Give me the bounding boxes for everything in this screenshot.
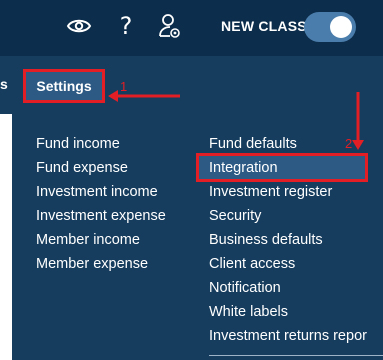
menu-item-member-expense[interactable]: Member expense bbox=[36, 255, 148, 273]
nav-item-partial[interactable]: s bbox=[0, 76, 8, 92]
menu-item-client-access[interactable]: Client access bbox=[209, 255, 295, 273]
menu-divider bbox=[209, 355, 383, 356]
menu-item-fund-defaults[interactable]: Fund defaults bbox=[209, 135, 297, 153]
menu-item-fund-expense[interactable]: Fund expense bbox=[36, 159, 128, 177]
annotation-step-1: 1 bbox=[120, 79, 128, 94]
menu-item-investment-expense[interactable]: Investment expense bbox=[36, 207, 166, 225]
menu-item-fund-income[interactable]: Fund income bbox=[36, 135, 120, 153]
eye-icon[interactable] bbox=[66, 16, 92, 36]
help-icon[interactable]: ? bbox=[116, 12, 136, 40]
new-class-toggle[interactable] bbox=[304, 12, 356, 42]
menu-item-white-labels[interactable]: White labels bbox=[209, 303, 288, 321]
annotation-step-2: 2 bbox=[345, 136, 353, 151]
menu-item-investment-register[interactable]: Investment register bbox=[209, 183, 332, 201]
menu-item-member-income[interactable]: Member income bbox=[36, 231, 140, 249]
new-class-label: NEW CLASS bbox=[221, 18, 307, 34]
menu-item-investment-income[interactable]: Investment income bbox=[36, 183, 158, 201]
menu-item-security[interactable]: Security bbox=[209, 207, 261, 225]
nav-item-settings[interactable]: Settings bbox=[23, 69, 105, 103]
user-settings-icon[interactable] bbox=[158, 12, 182, 40]
menu-item-notification[interactable]: Notification bbox=[209, 279, 281, 297]
menu-item-integration[interactable]: Integration bbox=[209, 159, 278, 177]
menu-item-business-defaults[interactable]: Business defaults bbox=[209, 231, 323, 249]
page-content-edge bbox=[0, 114, 12, 360]
menu-item-investment-returns-report[interactable]: Investment returns repor bbox=[209, 327, 367, 345]
toggle-knob bbox=[330, 16, 352, 38]
